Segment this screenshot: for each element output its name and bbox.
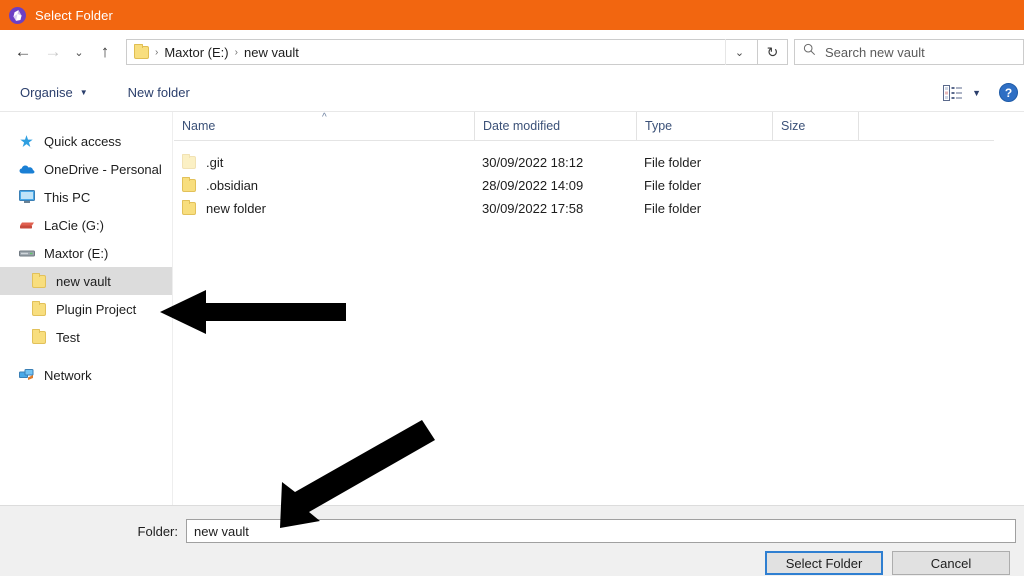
column-headers: Name ^ Date modified Type Size — [174, 112, 1024, 140]
search-icon — [803, 43, 816, 61]
sidebar-item-this-pc[interactable]: This PC — [0, 183, 172, 211]
list-view-icon[interactable] — [943, 85, 963, 101]
sidebar-item-label: Network — [44, 368, 92, 383]
sidebar-item-label: Test — [56, 330, 80, 345]
file-name-cell: .git — [174, 155, 474, 170]
sidebar-item-label: LaCie (G:) — [44, 218, 104, 233]
folder-icon — [182, 156, 196, 169]
title-bar: Select Folder — [0, 0, 1024, 30]
new-folder-label: New folder — [128, 85, 190, 100]
organise-button[interactable]: Organise ▼ — [14, 82, 94, 103]
refresh-icon[interactable]: ↻ — [758, 39, 788, 65]
address-bar[interactable]: › Maxtor (E:) › new vault ⌄ — [126, 39, 758, 65]
column-header-type[interactable]: Type — [636, 112, 772, 140]
sidebar-item-quick-access[interactable]: Quick access — [0, 127, 172, 155]
sidebar-item-test[interactable]: Test — [0, 323, 172, 351]
view-options-chevron-down-icon[interactable]: ▼ — [972, 88, 981, 98]
sidebar-item-lacie-g[interactable]: LaCie (G:) — [0, 211, 172, 239]
folder-field-label: Folder: — [0, 524, 186, 539]
sidebar-item-network[interactable]: Network — [0, 361, 172, 389]
recent-locations-chevron-down-icon[interactable]: ⌄ — [68, 37, 90, 67]
column-header-type-label: Type — [645, 119, 672, 133]
navigation-bar: ← → ⌄ ↑ › Maxtor (E:) › new vault ⌄ ↻ Se… — [0, 30, 1024, 74]
navigation-pane: Quick access OneDrive - Personal — [0, 112, 173, 505]
drive-icon — [18, 245, 35, 262]
footer-buttons: Select Folder Cancel — [765, 551, 1010, 575]
file-list-pane: Name ^ Date modified Type Size — [174, 112, 1024, 505]
folder-name-input[interactable]: new vault — [186, 519, 1016, 543]
table-row[interactable]: .obsidian 28/09/2022 14:09 File folder — [174, 174, 1024, 197]
folder-icon — [182, 202, 196, 215]
folder-icon — [30, 273, 47, 290]
file-date-cell: 30/09/2022 18:12 — [474, 155, 636, 170]
breadcrumb-item-folder[interactable]: new vault — [244, 45, 299, 60]
sidebar-item-new-vault[interactable]: new vault — [0, 267, 172, 295]
sort-ascending-icon: ^ — [322, 112, 327, 123]
file-name-cell: new folder — [174, 201, 474, 216]
command-bar-right: ▼ ? — [943, 83, 1024, 102]
column-header-spacer — [858, 112, 918, 140]
organise-label: Organise — [20, 85, 73, 100]
file-name-label: new folder — [206, 201, 266, 216]
external-drive-icon — [18, 217, 35, 234]
search-input[interactable]: Search new vault — [794, 39, 1024, 65]
sidebar-item-plugin-project[interactable]: Plugin Project — [0, 295, 172, 323]
folder-icon — [134, 46, 149, 59]
file-date-cell: 30/09/2022 17:58 — [474, 201, 636, 216]
title-bar-text: Select Folder — [35, 8, 113, 23]
sidebar-item-label: Quick access — [44, 134, 121, 149]
column-header-date-modified[interactable]: Date modified — [474, 112, 636, 140]
sidebar-item-onedrive[interactable]: OneDrive - Personal — [0, 155, 172, 183]
sidebar-item-label: Plugin Project — [56, 302, 136, 317]
dialog-footer: Folder: new vault Select Folder Cancel — [0, 505, 1024, 576]
sidebar-item-label: new vault — [56, 274, 111, 289]
chevron-down-icon: ▼ — [80, 88, 88, 97]
sidebar-item-label: This PC — [44, 190, 90, 205]
select-folder-button[interactable]: Select Folder — [765, 551, 883, 575]
column-header-size[interactable]: Size — [772, 112, 858, 140]
sidebar-item-maxtor-e[interactable]: Maxtor (E:) — [0, 239, 172, 267]
search-placeholder: Search new vault — [825, 45, 925, 60]
network-icon — [18, 367, 35, 384]
file-type-cell: File folder — [636, 178, 772, 193]
folder-icon — [30, 301, 47, 318]
table-row[interactable]: .git 30/09/2022 18:12 File folder — [174, 151, 1024, 174]
sidebar-item-label: OneDrive - Personal — [44, 162, 162, 177]
folder-icon — [182, 179, 196, 192]
folder-field-row: Folder: new vault — [0, 519, 1024, 543]
breadcrumb-separator-2: › — [229, 47, 244, 58]
dialog-body: Quick access OneDrive - Personal — [0, 112, 1024, 505]
column-header-name[interactable]: Name ^ — [174, 112, 474, 140]
cancel-button[interactable]: Cancel — [892, 551, 1010, 575]
file-type-cell: File folder — [636, 155, 772, 170]
table-row[interactable]: new folder 30/09/2022 17:58 File folder — [174, 197, 1024, 220]
cloud-icon — [18, 161, 35, 178]
command-bar: Organise ▼ New folder — [0, 74, 1024, 112]
breadcrumb-separator-1: › — [149, 47, 164, 58]
obsidian-app-icon — [9, 7, 26, 24]
back-icon[interactable]: ← — [8, 37, 38, 67]
new-folder-button[interactable]: New folder — [122, 82, 196, 103]
folder-icon — [30, 329, 47, 346]
computer-icon — [18, 189, 35, 206]
forward-icon[interactable]: → — [38, 37, 68, 67]
up-icon[interactable]: ↑ — [90, 37, 120, 67]
sidebar-item-label: Maxtor (E:) — [44, 246, 108, 261]
help-button[interactable]: ? — [999, 83, 1018, 102]
column-header-name-label: Name — [182, 119, 215, 133]
file-date-cell: 28/09/2022 14:09 — [474, 178, 636, 193]
column-header-date-label: Date modified — [483, 119, 560, 133]
file-name-label: .obsidian — [206, 178, 258, 193]
breadcrumb-item-drive[interactable]: Maxtor (E:) — [164, 45, 228, 60]
column-header-size-label: Size — [781, 119, 805, 133]
star-icon — [18, 133, 35, 150]
select-folder-dialog: Select Folder ← → ⌄ ↑ › Maxtor (E:) › ne… — [0, 0, 1024, 576]
file-name-cell: .obsidian — [174, 178, 474, 193]
file-type-cell: File folder — [636, 201, 772, 216]
file-name-label: .git — [206, 155, 223, 170]
column-header-divider — [174, 140, 994, 141]
address-chevron-down-icon[interactable]: ⌄ — [725, 39, 753, 65]
